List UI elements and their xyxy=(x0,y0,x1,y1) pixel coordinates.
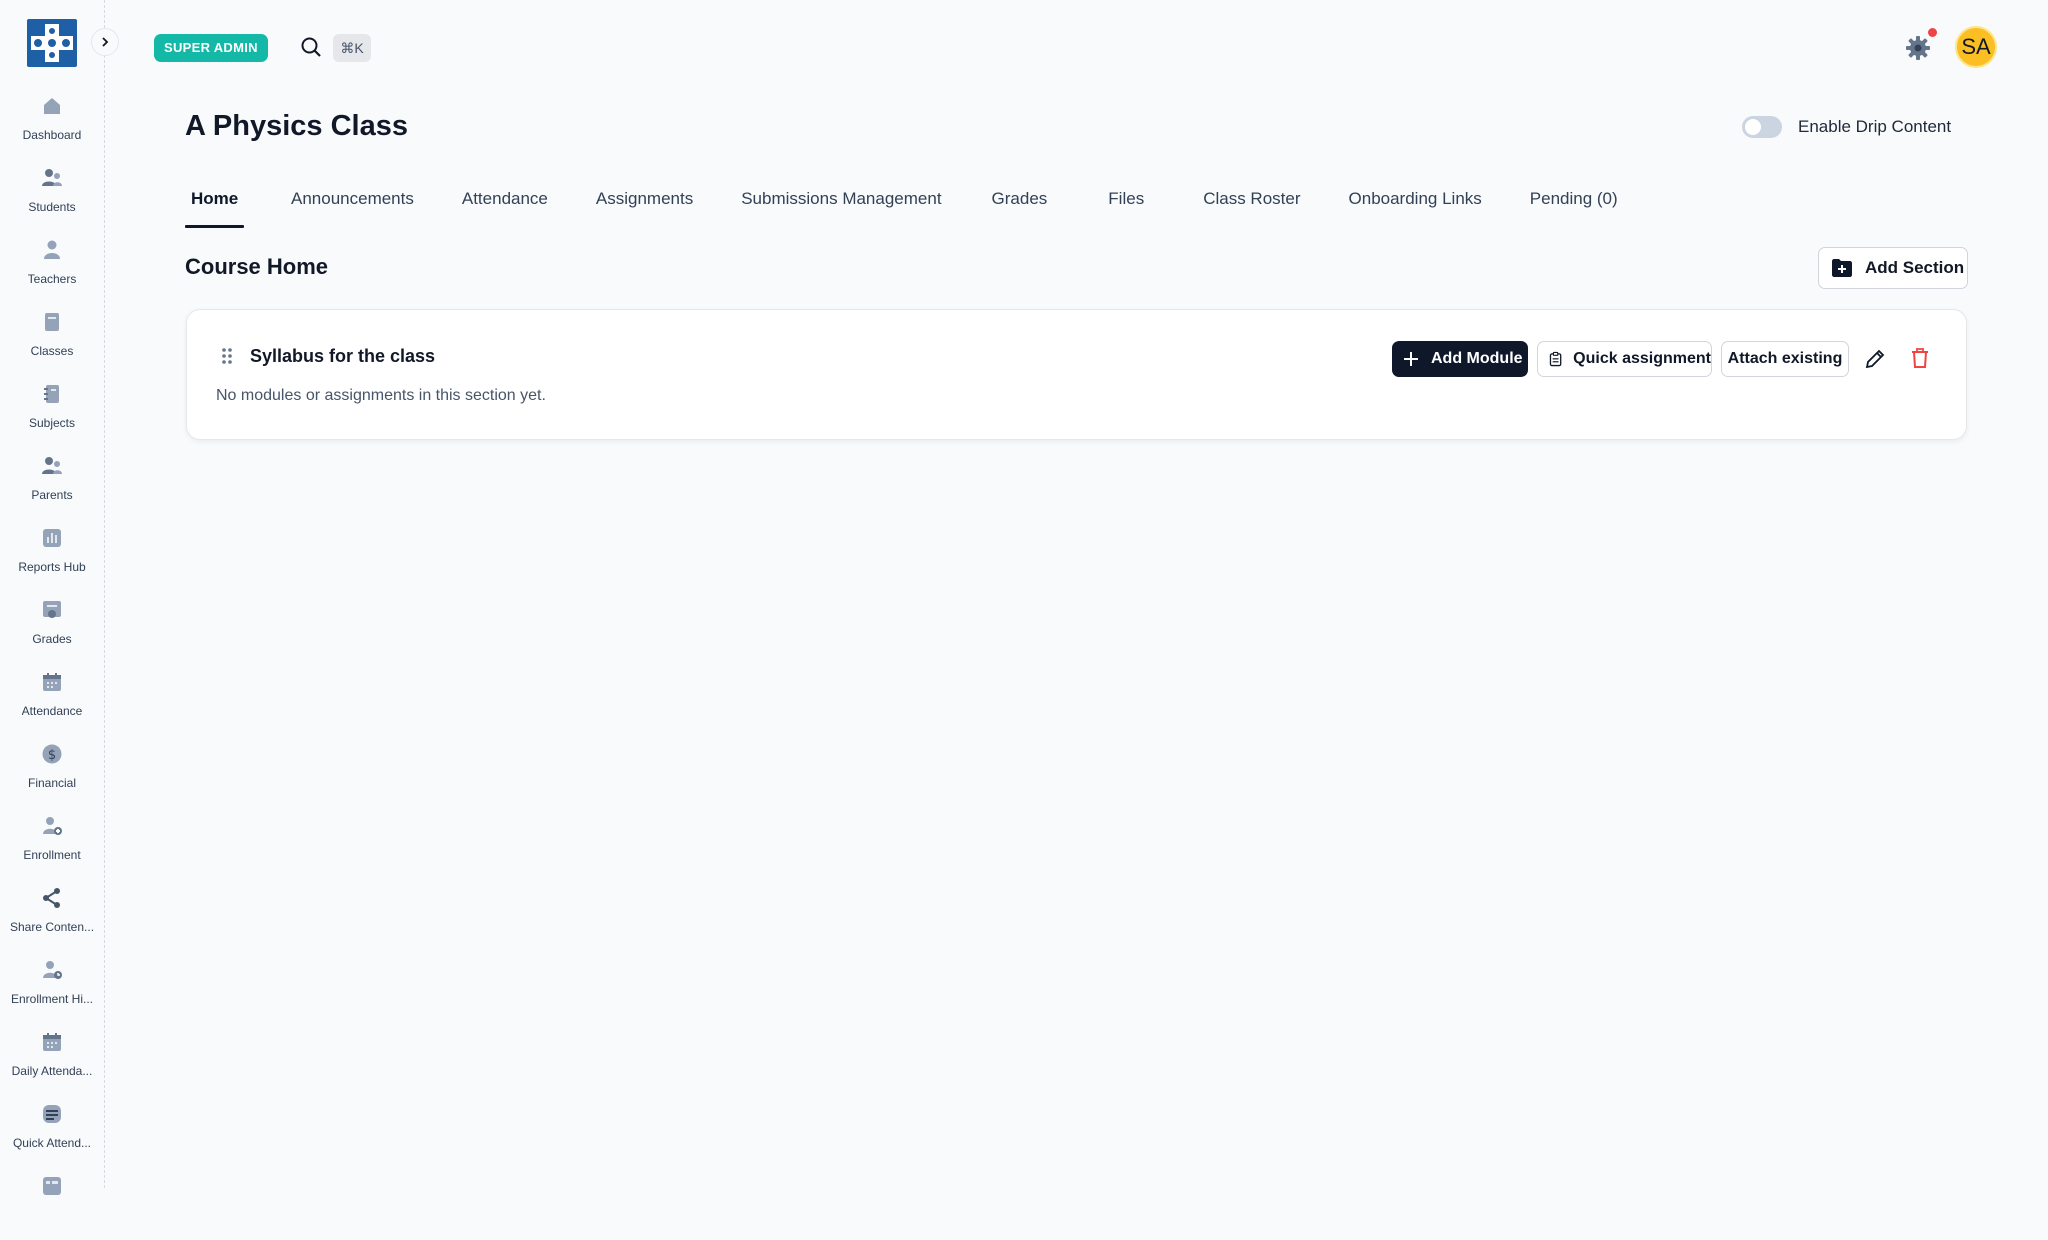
students-icon xyxy=(42,169,62,186)
sidebar-nav: Dashboard Students Teachers Classes Subj… xyxy=(0,88,104,1240)
pencil-icon[interactable] xyxy=(1864,348,1886,370)
gear-icon[interactable] xyxy=(1904,34,1932,62)
drip-content-control: Enable Drip Content xyxy=(1742,116,1951,138)
folder-plus-icon xyxy=(1832,259,1852,277)
dollar-icon: $ xyxy=(42,744,62,764)
book-icon xyxy=(45,313,59,331)
trash-icon[interactable] xyxy=(1910,347,1930,369)
avatar[interactable]: SA xyxy=(1955,26,1997,68)
tab-attendance[interactable]: Attendance xyxy=(462,186,548,228)
chart-icon xyxy=(43,529,61,547)
svg-text:$: $ xyxy=(48,748,56,763)
search-shortcut-hint[interactable]: ⌘K xyxy=(333,34,371,62)
sidebar-item-teachers[interactable]: Teachers xyxy=(0,232,104,304)
course-home-heading: Course Home xyxy=(185,254,329,279)
tab-onboarding-links[interactable]: Onboarding Links xyxy=(1349,186,1482,228)
sidebar-item-label: Parents xyxy=(31,488,73,502)
home-icon xyxy=(44,98,60,114)
tab-files[interactable]: Files xyxy=(1108,186,1144,228)
quick-assignment-button[interactable]: Quick assignment xyxy=(1537,341,1712,377)
sidebar-item-subjects[interactable]: Subjects xyxy=(0,376,104,448)
list-icon xyxy=(43,1177,61,1195)
sidebar-item-label: Quick Attend... xyxy=(12,1136,92,1150)
sidebar-item-grades[interactable]: Grades xyxy=(0,592,104,664)
sidebar-item-label: Students xyxy=(28,200,76,214)
sidebar-item-daily-attendance[interactable]: Daily Attenda... xyxy=(0,1024,104,1096)
sidebar-item-attendance[interactable]: Attendance xyxy=(0,664,104,736)
sidebar-item-students[interactable]: Students xyxy=(0,160,104,232)
sidebar-item-label: Reports Hub xyxy=(18,560,86,574)
quick-assignment-label: Quick assignment xyxy=(1573,350,1711,367)
quick-attendance-icon xyxy=(43,1105,61,1123)
tab-pending[interactable]: Pending (0) xyxy=(1530,186,1618,228)
sidebar-item-label: Attendance xyxy=(21,704,83,718)
tab-class-roster[interactable]: Class Roster xyxy=(1203,186,1300,228)
section-title: Syllabus for the class xyxy=(250,346,436,366)
sidebar-item-more[interactable] xyxy=(0,1168,104,1240)
role-badge: SUPER ADMIN xyxy=(154,34,268,62)
section-empty-message: No modules or assignments in this sectio… xyxy=(216,387,546,404)
calendar-icon xyxy=(43,1033,61,1051)
sidebar-item-reports-hub[interactable]: Reports Hub xyxy=(0,520,104,592)
class-tabs: Home Announcements Attendance Assignment… xyxy=(185,186,1618,228)
user-history-icon xyxy=(43,961,62,979)
sidebar-item-quick-attendance[interactable]: Quick Attend... xyxy=(0,1096,104,1168)
calendar-icon xyxy=(43,673,61,691)
sidebar-item-classes[interactable]: Classes xyxy=(0,304,104,376)
notebook-icon xyxy=(44,385,59,403)
drip-content-toggle[interactable] xyxy=(1742,116,1782,138)
clipboard-icon xyxy=(1549,351,1562,367)
tab-grades[interactable]: Grades xyxy=(992,186,1048,228)
notification-dot xyxy=(1928,28,1937,37)
drag-handle-icon[interactable] xyxy=(221,347,233,365)
sidebar-item-share-content[interactable]: Share Conten... xyxy=(0,880,104,952)
plus-icon xyxy=(1404,352,1418,366)
sidebar-item-label: Financial xyxy=(27,776,77,790)
sidebar-item-label: Subjects xyxy=(28,416,76,430)
page-title: A Physics Class xyxy=(185,110,408,142)
section-card: Syllabus for the class No modules or ass… xyxy=(186,309,1967,440)
add-section-button[interactable]: Add Section xyxy=(1818,247,1968,289)
tab-assignments[interactable]: Assignments xyxy=(596,186,693,228)
sidebar-item-label: Share Conten... xyxy=(9,920,95,934)
drip-content-label: Enable Drip Content xyxy=(1798,117,1952,136)
app-logo[interactable] xyxy=(27,19,77,67)
parents-icon xyxy=(42,457,62,474)
sidebar-item-dashboard[interactable]: Dashboard xyxy=(0,88,104,160)
user-add-icon xyxy=(43,817,62,835)
attach-existing-button[interactable]: Attach existing xyxy=(1721,341,1849,377)
sidebar-item-enrollment[interactable]: Enrollment xyxy=(0,808,104,880)
sidebar-item-label: Daily Attenda... xyxy=(11,1064,93,1078)
search-icon[interactable] xyxy=(300,36,322,58)
tab-announcements[interactable]: Announcements xyxy=(291,186,414,228)
grades-icon xyxy=(43,601,61,618)
add-module-label: Add Module xyxy=(1431,350,1523,367)
teacher-icon xyxy=(44,240,60,259)
sidebar-item-financial[interactable]: $ Financial xyxy=(0,736,104,808)
add-module-button[interactable]: Add Module xyxy=(1392,341,1528,377)
logo-mark-icon xyxy=(31,24,73,62)
sidebar-item-label: Classes xyxy=(30,344,74,358)
share-icon xyxy=(43,888,60,908)
sidebar: Dashboard Students Teachers Classes Subj… xyxy=(0,0,105,1195)
sidebar-item-label: Grades xyxy=(32,632,72,646)
sidebar-collapse-button[interactable] xyxy=(91,28,119,56)
tab-submissions-management[interactable]: Submissions Management xyxy=(741,186,941,228)
sidebar-item-label: Dashboard xyxy=(22,128,82,142)
add-section-label: Add Section xyxy=(1865,258,1965,277)
sidebar-item-parents[interactable]: Parents xyxy=(0,448,104,520)
chevron-right-icon xyxy=(102,37,109,47)
tab-home[interactable]: Home xyxy=(185,186,244,228)
sidebar-item-enrollment-history[interactable]: Enrollment Hi... xyxy=(0,952,104,1024)
sidebar-item-label: Enrollment Hi... xyxy=(10,992,94,1006)
sidebar-item-label: Enrollment xyxy=(23,848,81,862)
sidebar-item-label: Teachers xyxy=(27,272,77,286)
